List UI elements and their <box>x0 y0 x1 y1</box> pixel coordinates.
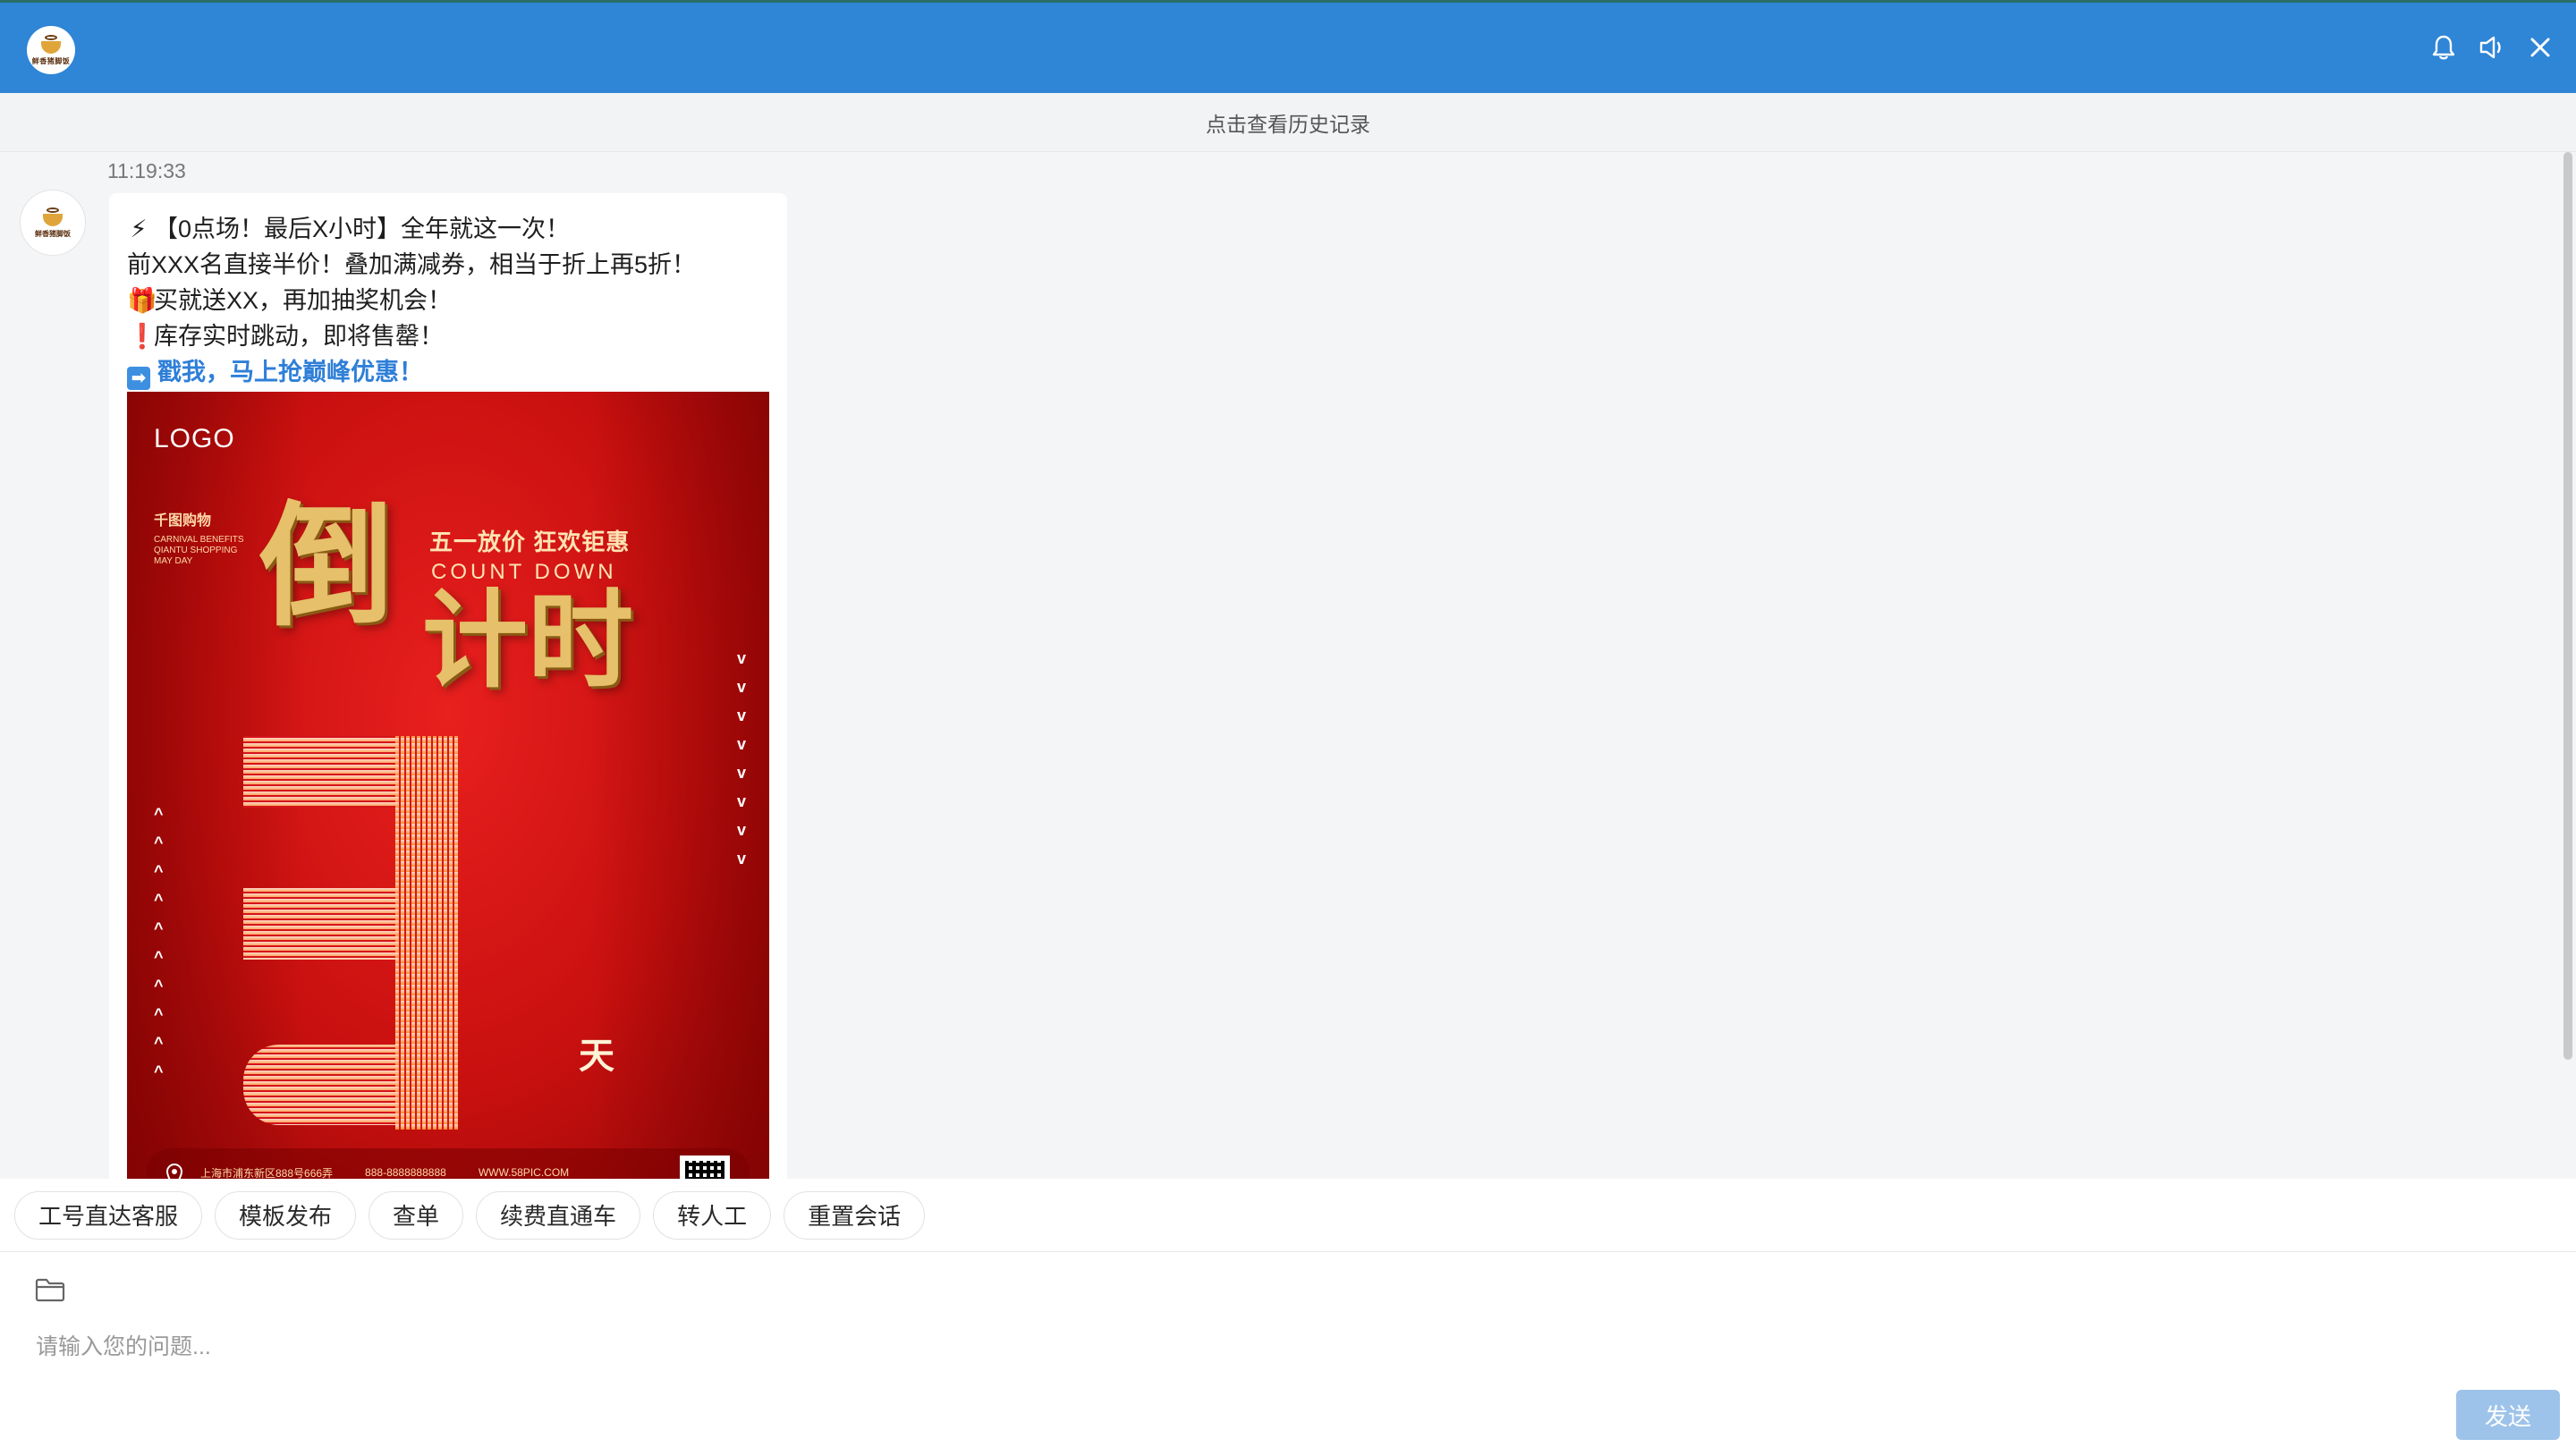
chevrons-up: ^ ^ ^ ^ ^ ^ ^ ^ ^ ^ <box>154 803 164 1082</box>
poster-number: 3 <box>234 727 235 728</box>
message-line-3: 🎁买就送XX，再加抽奖机会！ <box>127 283 769 318</box>
poster-address: 上海市浦东新区888号666弄 <box>200 1166 334 1180</box>
quick-action-reset-session[interactable]: 重置会话 <box>784 1190 926 1240</box>
send-button[interactable]: 发送 <box>2456 1390 2560 1440</box>
arrow-right-icon: ➡ <box>127 367 150 390</box>
poster-count-down: COUNT DOWN <box>431 560 617 584</box>
message-text: 库存实时跳动，即将售罄！ <box>154 323 444 350</box>
chevron-up-icon: ^ <box>154 1005 164 1023</box>
promo-link[interactable]: ➡ 戳我，马上抢巅峰优惠！ <box>127 354 769 390</box>
promo-poster-image[interactable]: LOGO 千图购物 CARNIVAL BENEFITS QIANTU SHOPP… <box>127 392 769 1179</box>
poster-big-char-1: 倒 <box>259 491 394 641</box>
chevron-up-icon: ^ <box>154 948 164 966</box>
message-line-1: ⚡ 【0点场！最后X小时】全年就这一次！ <box>127 211 769 247</box>
chevron-down-icon: v <box>737 821 747 839</box>
chevron-down-icon: v <box>737 850 747 868</box>
chevron-up-icon: ^ <box>154 977 164 995</box>
message-timestamp: 11:19:33 <box>107 159 186 182</box>
input-area: 发送 <box>0 1252 2576 1456</box>
logo-text: 鲜香猪脚饭 <box>31 56 71 65</box>
poster-footer: 上海市浦东新区888号666弄 888-8888888888 WWW.58PIC… <box>147 1148 750 1179</box>
avatar-steam <box>47 207 59 213</box>
chevron-down-icon: v <box>737 649 747 667</box>
chevron-down-icon: v <box>737 792 747 810</box>
quick-action-renewal[interactable]: 续费直通车 <box>476 1190 641 1240</box>
quick-actions-bar: 工号直达客服 模板发布 查单 续费直通车 转人工 重置会话 <box>0 1179 2576 1252</box>
brand-logo: 鲜香猪脚饭 <box>27 26 75 74</box>
promo-link-text: 戳我，马上抢巅峰优惠！ <box>157 359 423 385</box>
poster-logo: LOGO <box>154 424 235 453</box>
chevron-up-icon: ^ <box>154 1034 164 1052</box>
chat-window: 鲜香猪脚饭 点击查看历史记录 11:19:33 鲜香猪脚饭 ⚡ 【0点场！最后X小… <box>0 0 2576 1456</box>
chevron-up-icon: ^ <box>154 1062 164 1080</box>
chevron-up-icon: ^ <box>154 891 164 909</box>
poster-brand: 千图购物 <box>154 513 212 529</box>
poster-day-label: 天 <box>579 1037 614 1076</box>
chat-area: 11:19:33 鲜香猪脚饭 ⚡ 【0点场！最后X小时】全年就这一次！ 前XXX名… <box>0 152 2576 1179</box>
logo-steam <box>45 34 57 40</box>
poster-headline: 五一放价 狂欢钜惠 <box>429 529 631 555</box>
message-input[interactable] <box>36 1320 2451 1374</box>
location-pin-icon <box>165 1163 183 1179</box>
message-line-4: ❗库存实时跳动，即将售罄！ <box>127 318 769 354</box>
quick-action-order-lookup[interactable]: 查单 <box>369 1190 464 1240</box>
agent-avatar: 鲜香猪脚饭 <box>20 190 86 256</box>
message-text: 【0点场！最后X小时】全年就这一次！ <box>154 216 571 242</box>
close-icon[interactable] <box>2526 33 2555 62</box>
qr-code-icon <box>680 1155 730 1179</box>
gift-icon: 🎁 <box>127 287 157 314</box>
quick-action-human-agent[interactable]: 转人工 <box>653 1190 772 1240</box>
chevron-up-icon: ^ <box>154 919 164 937</box>
bowl-icon <box>41 40 61 54</box>
header-bar: 鲜香猪脚饭 <box>0 0 2576 93</box>
chevron-down-icon: v <box>737 707 747 724</box>
poster-number-graphic: 3 <box>234 727 458 1130</box>
chevron-down-icon: v <box>737 678 747 696</box>
chevron-down-icon: v <box>737 735 747 753</box>
chat-scrollbar[interactable] <box>2563 152 2572 1060</box>
poster-small-text: CARNIVAL BENEFITS QIANTU SHOPPING MAY DA… <box>154 535 244 566</box>
header-icons <box>2429 33 2555 62</box>
folder-icon[interactable] <box>34 1275 66 1304</box>
chevrons-down: vvvvvvvv <box>737 648 746 869</box>
bell-icon[interactable] <box>2429 33 2458 62</box>
message-line-2: 前XXX名直接半价！叠加满减券，相当于折上再5折！ <box>127 251 697 278</box>
message-bubble: ⚡ 【0点场！最后X小时】全年就这一次！ 前XXX名直接半价！叠加满减券，相当于折… <box>109 193 787 1179</box>
exclamation-icon: ❗ <box>127 323 157 350</box>
chevron-up-icon: ^ <box>154 805 164 823</box>
message-text: 买就送XX，再加抽奖机会！ <box>154 287 453 314</box>
quick-action-template-publish[interactable]: 模板发布 <box>215 1190 357 1240</box>
chevron-up-icon: ^ <box>154 834 164 851</box>
poster-url: WWW.58PIC.COM <box>478 1166 570 1179</box>
view-history-link[interactable]: 点击查看历史记录 <box>0 93 2576 152</box>
bowl-icon <box>43 213 63 226</box>
chevron-up-icon: ^ <box>154 862 164 880</box>
avatar-text: 鲜香猪脚饭 <box>35 229 71 238</box>
poster-phone: 888-8888888888 <box>365 1166 446 1179</box>
speaker-icon[interactable] <box>2478 33 2506 62</box>
quick-action-agent-direct[interactable]: 工号直达客服 <box>14 1190 203 1240</box>
lightning-icon: ⚡ <box>130 216 148 242</box>
chevron-down-icon: v <box>737 764 747 782</box>
poster-big-char-2: 计时 <box>422 582 634 700</box>
